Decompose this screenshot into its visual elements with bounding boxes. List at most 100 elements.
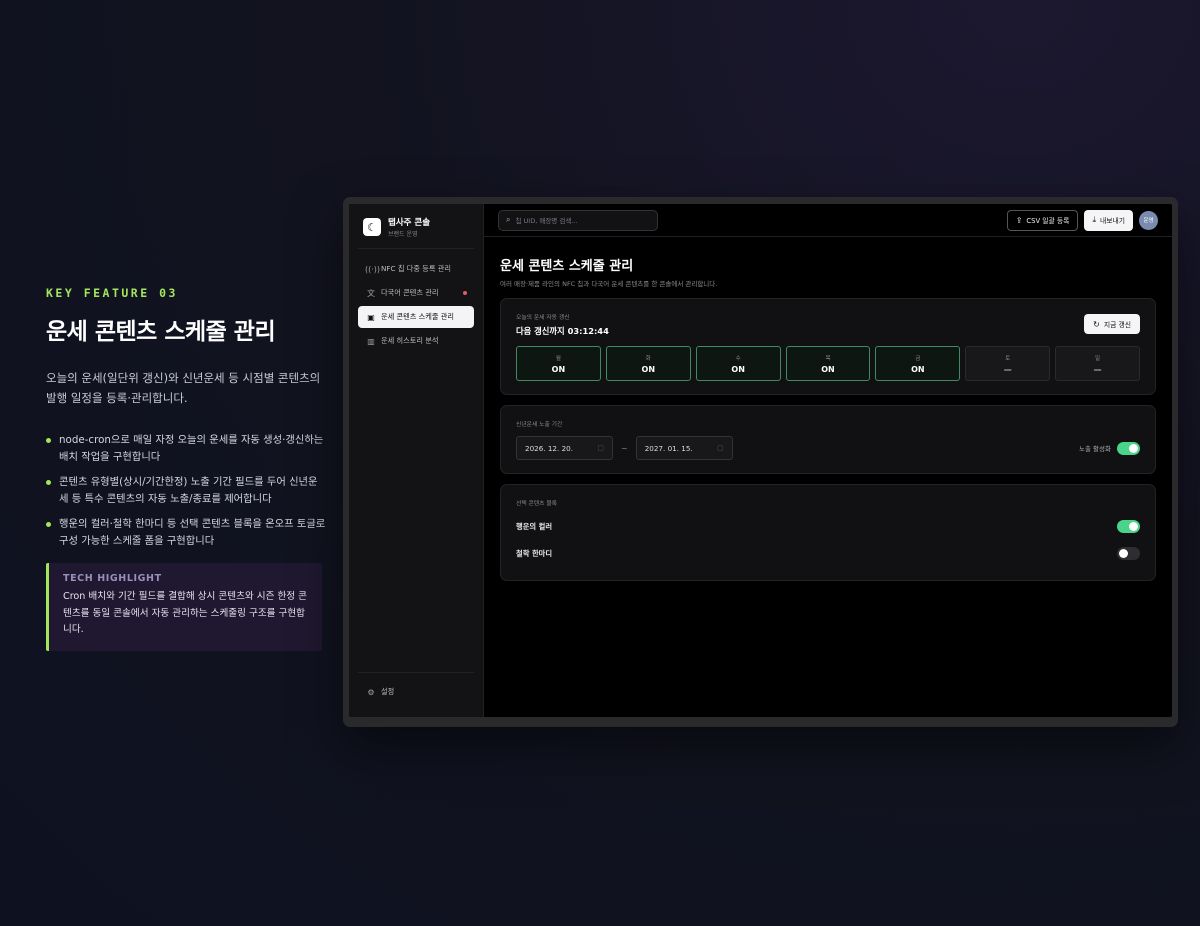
feature-bullet: node-cron으로 매일 자정 오늘의 운세를 자동 생성·갱신하는 배치 … bbox=[46, 432, 326, 465]
toggle-knob bbox=[1119, 549, 1128, 558]
day-state: ON bbox=[911, 364, 925, 374]
daily-refresh-label: 오늘의 운세 자동 갱신 bbox=[516, 315, 570, 321]
notification-dot bbox=[463, 291, 467, 295]
brand-logo-icon: ☾ bbox=[363, 218, 381, 236]
day-name: 화 bbox=[645, 355, 651, 362]
sidebar-footer: ⚙ 설정 bbox=[358, 672, 474, 705]
day-toggle-sun[interactable]: 일 — bbox=[1055, 346, 1141, 381]
day-state: — bbox=[1093, 364, 1102, 374]
daily-refresh-card: 오늘의 운세 자동 갱신 다음 갱신까지 03:12:44 ↻ 지금 갱신 월 … bbox=[500, 298, 1156, 395]
top-actions: ⇪ CSV 일괄 등록 ⤓ 내보내기 운영 bbox=[1006, 209, 1158, 231]
export-button[interactable]: ⤓ 내보내기 bbox=[1084, 209, 1133, 231]
weekday-toggles: 월 ON 화 ON 수 ON 목 ON 금 ON 토 — 일 — bbox=[516, 346, 1141, 381]
day-name: 목 bbox=[825, 355, 831, 362]
content-blocks-label: 선택 콘텐츠 블록 bbox=[516, 501, 558, 507]
topbar: ⌕ 칩 UID, 매장명 검색... ⇪ CSV 일괄 등록 ⤓ 내보내기 운영 bbox=[484, 204, 1172, 237]
avatar[interactable]: 운영 bbox=[1139, 210, 1158, 230]
day-toggle-fri[interactable]: 금 ON bbox=[875, 346, 961, 381]
upload-icon: ⇪ bbox=[1015, 215, 1023, 225]
day-toggle-thu[interactable]: 목 ON bbox=[785, 346, 871, 381]
app-screen: ☾ 탭사주 콘솔 브랜드 운영 ((·)) NFC 칩 다중 등록 관리 文 다… bbox=[349, 204, 1172, 717]
feature-title: 운세 콘텐츠 스케줄 관리 bbox=[46, 319, 276, 345]
day-name: 일 bbox=[1095, 355, 1101, 362]
start-date-field[interactable]: 2026. 12. 20. ▢ bbox=[516, 436, 613, 460]
search-placeholder: 칩 UID, 매장명 검색... bbox=[515, 217, 578, 225]
day-toggle-wed[interactable]: 수 ON bbox=[695, 346, 781, 381]
sidebar-item-label: NFC 칩 다중 등록 관리 bbox=[381, 264, 451, 273]
exposure-toggle-label: 노출 활성화 bbox=[1079, 445, 1111, 453]
day-name: 수 bbox=[735, 355, 741, 362]
block-label: 철학 한마디 bbox=[516, 548, 553, 558]
day-state: ON bbox=[731, 364, 745, 374]
calendar-icon: ▢ bbox=[597, 444, 604, 452]
start-date-value: 2026. 12. 20. bbox=[525, 443, 574, 453]
feature-panel: KEY FEATURE 03 운세 콘텐츠 스케줄 관리 오늘의 운세(일단위 … bbox=[46, 286, 326, 651]
search-input[interactable]: ⌕ 칩 UID, 매장명 검색... bbox=[498, 209, 658, 231]
feature-bullets: node-cron으로 매일 자정 오늘의 운세를 자동 생성·갱신하는 배치 … bbox=[46, 432, 326, 549]
block-row-philosophy: 철학 한마디 bbox=[516, 540, 1140, 567]
day-toggle-mon[interactable]: 월 ON bbox=[516, 346, 601, 381]
block-row-lucky-color: 행운의 컬러 bbox=[516, 513, 1140, 540]
tech-highlight-label: TECH HIGHLIGHT bbox=[63, 573, 162, 584]
page-subtitle: 여러 매장·제품 라인의 NFC 칩과 다국어 운세 콘텐츠를 한 콘솔에서 관… bbox=[500, 280, 718, 288]
sidebar-item-label: 운세 히스토리 분석 bbox=[381, 336, 439, 345]
day-state: ON bbox=[821, 364, 835, 374]
feature-bullet: 콘텐츠 유형별(상시/기간한정) 노출 기간 필드를 두어 신년운세 등 특수 … bbox=[46, 474, 326, 507]
sidebar-item-settings[interactable]: ⚙ 설정 bbox=[358, 681, 474, 703]
page-title: 운세 콘텐츠 스케줄 관리 bbox=[500, 259, 634, 274]
day-toggle-tue[interactable]: 화 ON bbox=[605, 346, 691, 381]
brand[interactable]: ☾ 탭사주 콘솔 브랜드 운영 bbox=[358, 214, 474, 249]
lucky-color-toggle[interactable] bbox=[1117, 520, 1140, 533]
range-separator: ~ bbox=[621, 443, 628, 453]
day-state: ON bbox=[551, 364, 566, 374]
feature-eyebrow: KEY FEATURE 03 bbox=[46, 286, 178, 300]
countdown-text: 다음 갱신까지 03:12:44 bbox=[516, 326, 609, 336]
exposure-period-label: 신년운세 노출 기간 bbox=[516, 422, 563, 428]
nfc-icon: ((·)) bbox=[365, 264, 381, 274]
refresh-now-label: 지금 갱신 bbox=[1103, 321, 1131, 329]
sidebar-item-history[interactable]: ▥ 운세 히스토리 분석 bbox=[358, 330, 474, 352]
exposure-period-card: 신년운세 노출 기간 2026. 12. 20. ▢ ~ 2027. 01. 1… bbox=[500, 405, 1156, 474]
sidebar-item-label: 설정 bbox=[381, 687, 395, 696]
block-label: 행운의 컬러 bbox=[516, 521, 553, 531]
csv-import-button[interactable]: ⇪ CSV 일괄 등록 bbox=[1006, 209, 1079, 231]
feature-description: 오늘의 운세(일단위 갱신)와 신년운세 등 시점별 콘텐츠의 발행 일정을 등… bbox=[46, 371, 321, 405]
tech-highlight-text: Cron 배치와 기간 필드를 결합해 상시 콘텐츠와 시즌 한정 콘텐츠를 동… bbox=[63, 591, 308, 635]
day-toggle-sat[interactable]: 토 — bbox=[965, 346, 1051, 381]
sidebar-item-label: 다국어 콘텐츠 관리 bbox=[381, 288, 439, 297]
day-name: 금 bbox=[915, 355, 921, 362]
day-name: 월 bbox=[555, 355, 561, 362]
main-content: ⌕ 칩 UID, 매장명 검색... ⇪ CSV 일괄 등록 ⤓ 내보내기 운영… bbox=[484, 204, 1172, 717]
brand-subtitle: 브랜드 운영 bbox=[388, 231, 418, 238]
brand-name: 탭사주 콘솔 bbox=[388, 218, 431, 228]
sidebar-item-translations[interactable]: 文 다국어 콘텐츠 관리 bbox=[358, 282, 474, 304]
feature-bullet: 행운의 컬러·철학 한마디 등 선택 콘텐츠 블록을 온오프 토글로 구성 가능… bbox=[46, 516, 326, 549]
exposure-toggle[interactable] bbox=[1117, 441, 1140, 455]
exposure-toggle-group: 노출 활성화 bbox=[1079, 441, 1140, 455]
gear-icon: ⚙ bbox=[367, 687, 375, 697]
sidebar-item-nfc[interactable]: ((·)) NFC 칩 다중 등록 관리 bbox=[358, 258, 474, 280]
date-range: 2026. 12. 20. ▢ ~ 2027. 01. 15. ▢ 노출 활성화 bbox=[516, 436, 1140, 460]
calendar-icon: ▢ bbox=[717, 444, 724, 452]
sidebar: ☾ 탭사주 콘솔 브랜드 운영 ((·)) NFC 칩 다중 등록 관리 文 다… bbox=[349, 204, 484, 717]
end-date-field[interactable]: 2027. 01. 15. ▢ bbox=[635, 436, 733, 460]
toggle-knob bbox=[1129, 443, 1138, 453]
calendar-icon: ▣ bbox=[367, 312, 375, 322]
toggle-knob bbox=[1129, 522, 1138, 531]
day-name: 토 bbox=[1005, 355, 1011, 362]
sidebar-item-schedule[interactable]: ▣ 운세 콘텐츠 스케줄 관리 bbox=[358, 306, 474, 328]
csv-import-label: CSV 일괄 등록 bbox=[1026, 217, 1070, 225]
download-icon: ⤓ bbox=[1092, 215, 1096, 224]
end-date-value: 2027. 01. 15. bbox=[644, 443, 693, 453]
device-frame: ☾ 탭사주 콘솔 브랜드 운영 ((·)) NFC 칩 다중 등록 관리 文 다… bbox=[343, 197, 1178, 727]
philosophy-toggle[interactable] bbox=[1117, 547, 1140, 560]
refresh-icon: ↻ bbox=[1093, 319, 1100, 329]
day-state: — bbox=[1003, 364, 1012, 374]
export-label: 내보내기 bbox=[1099, 217, 1125, 225]
refresh-now-button[interactable]: ↻ 지금 갱신 bbox=[1084, 314, 1140, 334]
content-blocks-card: 선택 콘텐츠 블록 행운의 컬러 철학 한마디 bbox=[500, 484, 1156, 581]
sidebar-item-label: 운세 콘텐츠 스케줄 관리 bbox=[381, 312, 454, 321]
search-icon: ⌕ bbox=[506, 215, 511, 224]
chart-icon: ▥ bbox=[367, 336, 375, 346]
translate-icon: 文 bbox=[367, 288, 375, 298]
